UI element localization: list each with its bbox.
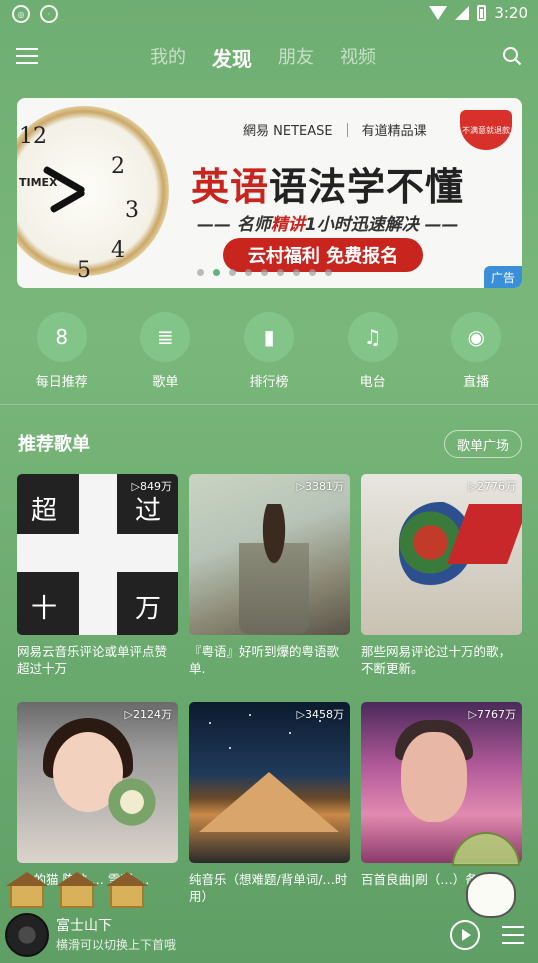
wifi-icon [429,6,448,20]
playlist-cover: ▷3381万 [189,474,350,635]
ad-banner[interactable]: 12 2 3 4 5 TIMEX 網易 NETEASE 有道精品课 英语语法学不… [17,98,522,288]
ad-badge: 广告 [484,266,522,288]
playlist-cover: ▷3458万 [189,702,350,863]
menu-icon[interactable] [16,48,38,66]
playlist-caption: 网易云音乐评论或单评点赞超过十万 [17,644,168,676]
tab-bar: 我的 发现 朋友 视频 [150,43,376,72]
banner-title: 英语语法学不懂 [191,164,465,209]
playlist-caption: 『粤语』好听到爆的粤语歌单. [189,644,340,676]
live-icon: ◉ [451,312,502,362]
tab-friends[interactable]: 朋友 [278,43,314,72]
shortcut-daily[interactable]: 8 每日推荐 [17,312,107,390]
playlist-cover: ▷2124万 [17,702,178,863]
tab-video[interactable]: 视频 [340,43,376,72]
play-count: ▷2124万 [124,708,172,721]
clock-image: 12 2 3 4 5 TIMEX [17,106,169,283]
playlist-card[interactable]: ▷3458万 纯音乐（想难题/背单词/…时用） [189,702,350,922]
banner-pagination [197,269,332,276]
shortcut-row: 8 每日推荐 ≣ 歌单 ▮ 排行榜 ♫ 电台 ◉ 直播 [0,312,538,390]
banner-cta-button[interactable]: 云村福利 免费报名 [223,238,423,272]
playlist-caption: 纯音乐（想难题/背单词/…时用） [189,872,348,904]
refund-shield-icon: 不满意就退款 [460,110,512,150]
playlist-queue-icon[interactable] [502,926,524,950]
song-subtitle: 横滑可以切换上下首哦 [56,938,177,952]
playlist-card[interactable]: 超 过 十 万 ▷849万 网易云音乐评论或单评点赞超过十万 [17,474,178,694]
album-art[interactable] [5,913,49,957]
playlist-icon: ≣ [140,312,191,362]
play-count: ▷3458万 [296,708,344,721]
shortcut-charts[interactable]: ▮ 排行榜 [224,312,314,390]
play-count: ▷2776万 [468,480,516,493]
play-count: ▷3381万 [296,480,344,493]
playlist-square-button[interactable]: 歌单广场 [444,430,522,458]
banner-subtitle: —— 名师精讲1小时迅速解决 —— [197,215,459,235]
radio-icon: ♫ [347,312,398,362]
play-count: ▷849万 [131,480,172,493]
playlist-card[interactable]: ▷3381万 『粤语』好听到爆的粤语歌单. [189,474,350,694]
top-nav: 我的 发现 朋友 视频 [0,40,538,76]
status-time: 3:20 [494,4,528,22]
playlist-caption: 那些网易评论过十万的歌，不断更新。 [361,644,512,676]
battery-icon [477,5,487,21]
netease-notification-icon: ◎ [12,5,30,23]
calendar-icon: 8 [36,312,87,362]
playlist-cover: ▷2776万 [361,474,522,635]
divider [0,404,538,405]
status-bar: ◎ · 3:20 [0,0,538,28]
play-icon[interactable] [450,920,480,950]
search-icon[interactable] [502,46,522,66]
playlist-card[interactable]: ▷2776万 那些网易评论过十万的歌，不断更新。 [361,474,522,694]
section-title: 推荐歌单 [18,434,90,455]
shortcut-live[interactable]: ◉ 直播 [431,312,521,390]
chart-icon: ▮ [243,312,294,362]
signal-icon [455,6,470,20]
shortcut-radio[interactable]: ♫ 电台 [328,312,418,390]
tab-mine[interactable]: 我的 [150,43,186,72]
mini-player[interactable]: 富士山下 横滑可以切换上下首哦 [0,908,538,963]
shortcut-playlist[interactable]: ≣ 歌单 [120,312,210,390]
badge-notification-icon: · [40,5,58,23]
playlist-cover: 超 过 十 万 ▷849万 [17,474,178,635]
tab-discover[interactable]: 发现 [212,43,252,72]
play-count: ▷7767万 [468,708,516,721]
song-title: 富士山下 [56,918,112,934]
houses-decoration [0,868,200,908]
banner-logos: 網易 NETEASE 有道精品课 [243,122,427,139]
